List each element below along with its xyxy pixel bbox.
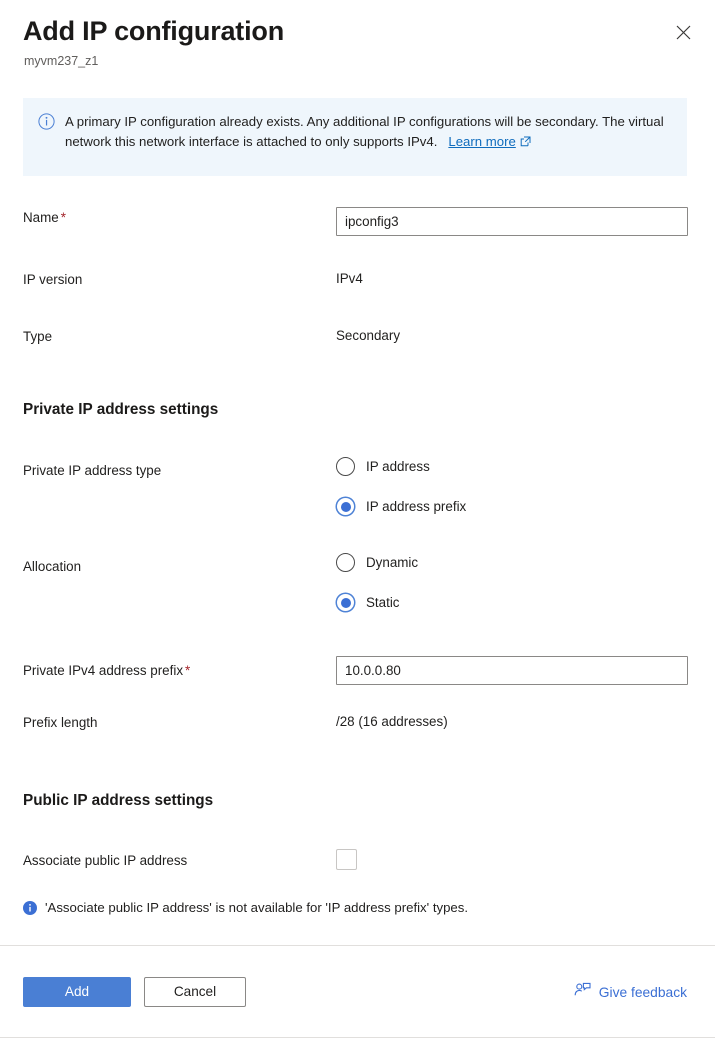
type-value: Secondary: [336, 326, 687, 346]
type-label: Type: [23, 326, 336, 347]
allocation-label: Allocation: [23, 553, 336, 577]
learn-more-link[interactable]: Learn more: [448, 134, 515, 149]
associate-public-ip-checkbox[interactable]: [336, 849, 357, 870]
private-ipv4-prefix-input[interactable]: [336, 656, 688, 685]
private-ipv4-prefix-value-cell: [336, 656, 688, 685]
radio-mark-dynamic: [336, 553, 355, 572]
name-value-cell: [336, 207, 688, 236]
panel-header: Add IP configuration myvm237_z1: [0, 0, 715, 69]
row-type: Type Secondary: [23, 326, 687, 347]
prefix-length-value: /28 (16 addresses): [336, 712, 687, 732]
info-banner-text: A primary IP configuration already exist…: [65, 112, 671, 152]
allocation-radio-group: Dynamic Static: [336, 553, 687, 612]
row-name: Name*: [23, 207, 687, 236]
name-label: Name*: [23, 207, 336, 228]
row-prefix-length: Prefix length /28 (16 addresses): [23, 712, 687, 733]
private-ipv4-prefix-label: Private IPv4 address prefix*: [23, 656, 336, 681]
row-private-ipv4-prefix: Private IPv4 address prefix*: [23, 656, 687, 685]
row-allocation: Allocation Dynamic Static: [23, 553, 687, 612]
page-subtitle: myvm237_z1: [24, 53, 691, 69]
name-label-text: Name: [23, 210, 59, 225]
name-input[interactable]: [336, 207, 688, 236]
info-banner: A primary IP configuration already exist…: [23, 98, 687, 176]
required-marker-prefix: *: [185, 663, 190, 678]
radio-dynamic[interactable]: Dynamic: [336, 553, 687, 572]
info-banner-message: A primary IP configuration already exist…: [65, 114, 664, 149]
private-ip-address-type-label: Private IP address type: [23, 457, 336, 481]
radio-mark-ip-address-prefix: [336, 497, 355, 516]
add-button[interactable]: Add: [23, 977, 131, 1007]
radio-ip-address-prefix[interactable]: IP address prefix: [336, 497, 687, 516]
external-link-icon[interactable]: [520, 133, 531, 153]
info-circle-outline-icon: [38, 113, 55, 135]
cancel-button[interactable]: Cancel: [144, 977, 246, 1007]
page-title: Add IP configuration: [23, 14, 691, 48]
radio-mark-ip-address: [336, 457, 355, 476]
row-ip-version: IP version IPv4: [23, 269, 687, 290]
info-circle-filled-icon: [23, 901, 37, 920]
row-associate-public-ip: Associate public IP address: [23, 849, 687, 871]
public-ip-note-text: 'Associate public IP address' is not ava…: [45, 899, 468, 917]
radio-label-ip-address: IP address: [366, 458, 430, 476]
ip-version-label: IP version: [23, 269, 336, 290]
private-ip-address-type-radio-group: IP address IP address prefix: [336, 457, 687, 516]
close-button[interactable]: [667, 16, 699, 48]
prefix-length-label: Prefix length: [23, 712, 336, 733]
radio-static[interactable]: Static: [336, 593, 687, 612]
radio-ip-address[interactable]: IP address: [336, 457, 687, 476]
person-feedback-icon: [574, 982, 591, 1002]
footer: Add Cancel Give feedback: [0, 946, 715, 1038]
give-feedback-label: Give feedback: [599, 985, 687, 1000]
radio-label-static: Static: [366, 594, 400, 612]
associate-public-ip-label: Associate public IP address: [23, 849, 336, 871]
private-ip-section-heading: Private IP address settings: [23, 399, 687, 420]
ip-version-value: IPv4: [336, 269, 687, 289]
private-ipv4-prefix-label-text: Private IPv4 address prefix: [23, 663, 183, 678]
public-ip-section-heading: Public IP address settings: [23, 790, 687, 811]
radio-label-dynamic: Dynamic: [366, 554, 418, 572]
give-feedback-link[interactable]: Give feedback: [574, 982, 687, 1002]
required-marker: *: [61, 210, 66, 225]
radio-label-ip-address-prefix: IP address prefix: [366, 498, 466, 516]
form-body: Name* IP version IPv4 Type Secondary Pri…: [0, 207, 715, 920]
associate-public-ip-value-cell: [336, 849, 687, 870]
close-icon: [676, 25, 691, 40]
radio-mark-static: [336, 593, 355, 612]
public-ip-note: 'Associate public IP address' is not ava…: [23, 899, 687, 920]
row-private-ip-address-type: Private IP address type IP address IP ad…: [23, 457, 687, 516]
